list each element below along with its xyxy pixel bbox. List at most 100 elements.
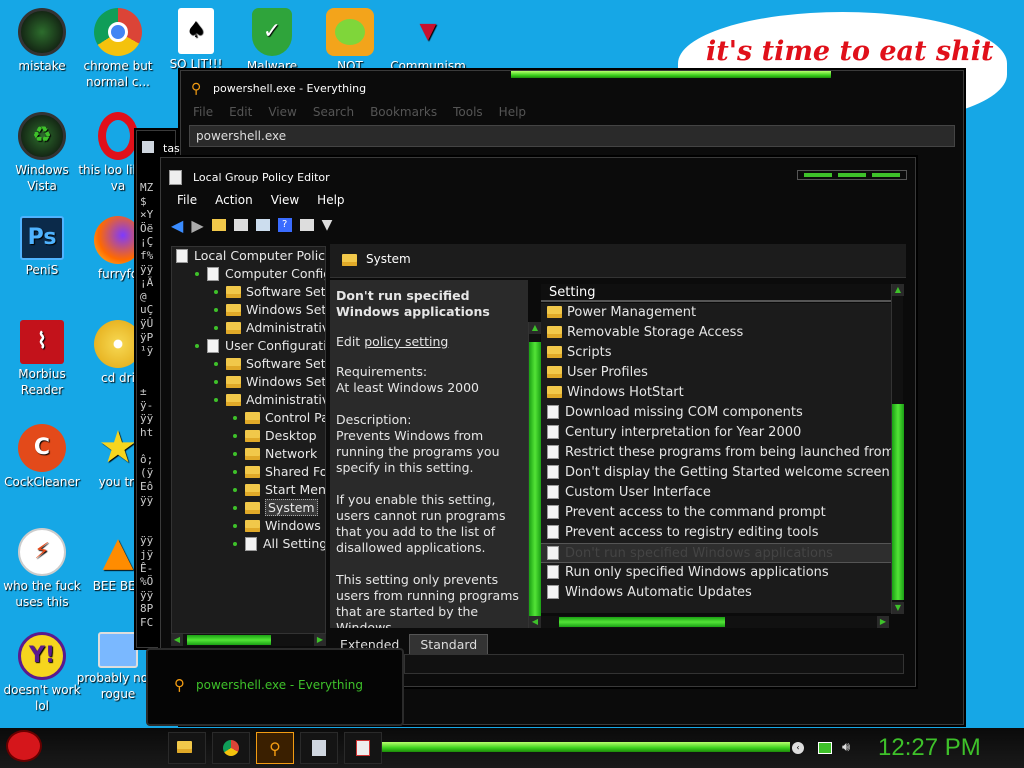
tree-item[interactable]: Windows Co (172, 517, 325, 535)
desc-vscroll[interactable]: ▲ (528, 322, 541, 628)
tree-item[interactable]: Windows Settin (172, 373, 325, 391)
tree-item[interactable]: System (172, 499, 325, 517)
tree-expander-icon[interactable] (214, 397, 218, 402)
settings-vscroll-thumb[interactable] (892, 404, 904, 600)
setting-row[interactable]: Run only specified Windows applications (541, 563, 891, 583)
tree-item[interactable]: User Configuration (172, 337, 325, 355)
tree-expander-icon[interactable] (214, 361, 218, 366)
setting-row[interactable]: Prevent access to registry editing tools (541, 523, 891, 543)
tray-chevron-icon[interactable]: ‹ (792, 742, 804, 754)
tree-item[interactable]: Shared Fold (172, 463, 325, 481)
tree-expander-icon[interactable] (233, 469, 237, 474)
gpe-menu-help[interactable]: Help (317, 193, 344, 207)
everything-menu-bookmarks[interactable]: Bookmarks (370, 105, 437, 119)
tree-item[interactable]: Network (172, 445, 325, 463)
filter-icon[interactable]: ▼ (322, 217, 333, 233)
tree-item[interactable]: All Settings (172, 535, 325, 553)
policy-setting-link[interactable]: policy setting (364, 334, 448, 349)
setting-row[interactable]: Download missing COM components (541, 403, 891, 423)
everything-menu-file[interactable]: File (193, 105, 213, 119)
settings-hscroll[interactable]: ◀ ▶ (529, 616, 889, 628)
desktop-icon-mistake[interactable]: mistake (0, 8, 84, 74)
desktop-icon-malware[interactable]: ✓ Malware (230, 8, 314, 74)
tree-item[interactable]: Local Computer Policy (172, 247, 325, 265)
taskbar-chrome[interactable] (212, 732, 250, 764)
gpe-menu-file[interactable]: File (177, 193, 197, 207)
settings-scroll-down-arrow[interactable]: ▼ (892, 602, 904, 614)
desktop-icon-sol[interactable]: ♠ SO LIT!!! (154, 8, 238, 72)
forward-arrow-icon[interactable]: ▶ (191, 216, 203, 235)
close-button[interactable] (872, 173, 900, 177)
setting-row[interactable]: Scripts (541, 343, 891, 363)
tree-expander-icon[interactable] (214, 307, 218, 312)
desktop-icon-chrome[interactable]: chrome but normal c... (76, 8, 160, 90)
tree-item[interactable]: Windows Settin (172, 301, 325, 319)
tree-expander-icon[interactable] (233, 433, 237, 438)
tree-expander-icon[interactable] (233, 541, 237, 546)
desc-scroll-up-arrow[interactable]: ▲ (529, 322, 541, 334)
setting-row[interactable]: Removable Storage Access (541, 323, 891, 343)
desktop-icon-cockcleaner[interactable]: C CockCleaner (0, 424, 84, 490)
everything-menu-tools[interactable]: Tools (453, 105, 483, 119)
tree-item[interactable]: Computer Configura (172, 265, 325, 283)
gpe-tree-pane[interactable]: Local Computer Policy Computer Configura S… (171, 246, 326, 634)
tree-expander-icon[interactable] (195, 343, 199, 348)
setting-row[interactable]: Windows Automatic Updates (541, 583, 891, 603)
minimize-button[interactable] (804, 173, 832, 177)
properties-icon[interactable] (299, 219, 314, 231)
tray-volume-icon[interactable]: 🔊︎ (842, 740, 850, 755)
setting-row[interactable]: Don't display the Getting Started welcom… (541, 463, 891, 483)
taskbar-console[interactable] (300, 732, 338, 764)
clock[interactable]: 12:27 PM (878, 734, 981, 762)
settings-vscroll[interactable]: ▲ ▼ (891, 284, 904, 614)
gpe-menu-action[interactable]: Action (215, 193, 253, 207)
scroll-left-arrow[interactable]: ◀ (171, 634, 183, 646)
tree-item[interactable]: Start Menu a (172, 481, 325, 499)
settings-scroll-right-arrow[interactable]: ▶ (877, 616, 889, 628)
desktop-icon-yahoo[interactable]: Y! doesn't work lol (0, 632, 84, 714)
maximize-button[interactable] (838, 173, 866, 177)
settings-scroll-left-arrow[interactable]: ◀ (529, 616, 541, 628)
setting-row[interactable]: Custom User Interface (541, 483, 891, 503)
everything-search-input[interactable]: powershell.exe (189, 125, 955, 147)
settings-scroll-up-arrow[interactable]: ▲ (892, 284, 904, 296)
taskbar-gpe[interactable] (344, 732, 382, 764)
desktop-icon-communism[interactable]: ▼ Communism (386, 8, 470, 74)
tree-item[interactable]: Desktop (172, 427, 325, 445)
tree-expander-icon[interactable] (214, 289, 218, 294)
tree-expander-icon[interactable] (214, 379, 218, 384)
taskbar-everything[interactable]: ⚲ (256, 732, 294, 764)
tree-item[interactable]: Control Pane (172, 409, 325, 427)
desktop-icon-winamp[interactable]: ⚡ who the fuck uses this (0, 528, 84, 610)
export-list-icon[interactable] (255, 219, 270, 231)
tree-item[interactable]: Administrative T (172, 319, 325, 337)
desktop-icon-windows-vista[interactable]: ♻ Windows Vista (0, 112, 84, 194)
start-button[interactable] (6, 730, 46, 766)
desc-vscroll-thumb[interactable] (529, 342, 541, 622)
scroll-right-arrow[interactable]: ▶ (314, 634, 326, 646)
setting-row[interactable]: Windows HotStart (541, 383, 891, 403)
setting-row[interactable]: Power Management (541, 303, 891, 323)
settings-header[interactable]: Setting (541, 284, 891, 302)
setting-row[interactable]: Prevent access to the command prompt (541, 503, 891, 523)
tree-expander-icon[interactable] (195, 271, 199, 276)
setting-row[interactable]: Restrict these programs from being launc… (541, 443, 891, 463)
tree-item[interactable]: Administrative T (172, 391, 325, 409)
tree-expander-icon[interactable] (233, 451, 237, 456)
tree-expander-icon[interactable] (233, 415, 237, 420)
tree-hscroll[interactable]: ◀ ▶ (171, 634, 326, 646)
everything-menu-search[interactable]: Search (313, 105, 354, 119)
desktop-icon-not[interactable]: NOT (308, 8, 392, 74)
up-folder-icon[interactable] (211, 219, 226, 231)
settings-hscroll-thumb[interactable] (559, 617, 725, 627)
desktop-icon-morbius-reader[interactable]: ⌇ Morbius Reader (0, 320, 84, 398)
everything-menu-help[interactable]: Help (499, 105, 526, 119)
taskbar-preview[interactable]: ⚲ powershell.exe - Everything (146, 648, 404, 726)
tree-hscroll-thumb[interactable] (187, 635, 271, 645)
tray-battery-icon[interactable] (818, 742, 832, 754)
setting-row[interactable]: Century interpretation for Year 2000 (541, 423, 891, 443)
tree-expander-icon[interactable] (233, 487, 237, 492)
tree-item[interactable]: Software Setting (172, 355, 325, 373)
gpe-menu-view[interactable]: View (271, 193, 299, 207)
taskbar-explorer[interactable] (168, 732, 206, 764)
